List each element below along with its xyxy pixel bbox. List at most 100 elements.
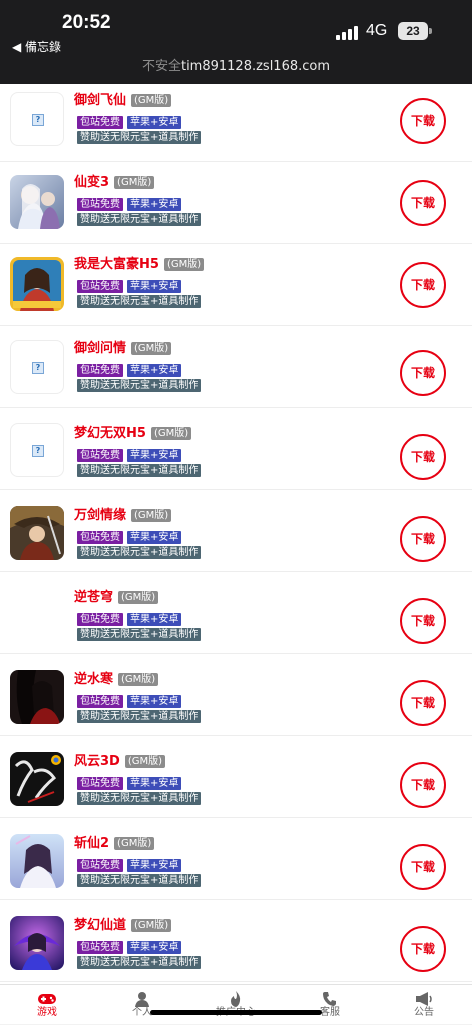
platform-tag: 苹果+安卓: [127, 777, 182, 790]
url-host: tim891128.zsl168.com: [180, 59, 331, 74]
download-button[interactable]: 下载: [400, 180, 446, 226]
battery-icon: 23: [398, 22, 432, 40]
game-title: 御剑问情 (GM版): [74, 337, 172, 356]
platform-tag: 苹果+安卓: [127, 198, 182, 211]
download-button[interactable]: 下载: [400, 516, 446, 562]
flame-icon: [206, 985, 266, 1007]
tab-support[interactable]: 客服: [300, 985, 360, 1025]
download-button[interactable]: 下载: [400, 434, 446, 480]
list-item[interactable]: 梦幻仙道 (GM版) 包站免费 苹果+安卓 赞助送无限元宝+道具制作 下载: [0, 900, 472, 982]
broken-image-icon: ?: [10, 92, 64, 146]
free-tag: 包站免费: [77, 613, 123, 626]
download-button[interactable]: 下载: [400, 98, 446, 144]
gift-tag: 赞助送无限元宝+道具制作: [77, 295, 202, 308]
network-type: 4G: [366, 22, 388, 39]
status-bar: 20:52 ◀ 備忘錄 4G 23: [0, 0, 472, 58]
signal-icon: [336, 26, 358, 40]
list-item[interactable]: ? 御剑飞仙 (GM版) 包站免费 苹果+安卓 赞助送无限元宝+道具制作 下载: [0, 84, 472, 162]
list-item[interactable]: 万剑情缘 (GM版) 包站免费 苹果+安卓 赞助送无限元宝+道具制作 下载: [0, 490, 472, 572]
game-title: 御剑飞仙 (GM版): [74, 89, 172, 108]
free-tag: 包站免费: [77, 941, 123, 954]
tab-promotion[interactable]: 推广中心: [206, 985, 266, 1025]
list-item[interactable]: ? 梦幻无双H5 (GM版) 包站免费 苹果+安卓 赞助送无限元宝+道具制作 下载: [0, 408, 472, 490]
free-tag: 包站免费: [77, 777, 123, 790]
gift-tag: 赞助送无限元宝+道具制作: [77, 213, 202, 226]
list-item[interactable]: 我是大富豪H5 (GM版) 包站免费 苹果+安卓 赞助送无限元宝+道具制作 下载: [0, 244, 472, 326]
game-title: 斩仙2 (GM版): [74, 832, 155, 851]
game-title: 风云3D (GM版): [74, 750, 166, 769]
clock: 20:52: [62, 12, 111, 33]
gm-badge: (GM版): [131, 919, 172, 932]
free-tag: 包站免费: [77, 531, 123, 544]
free-tag: 包站免费: [77, 364, 123, 377]
platform-tag: 苹果+安卓: [127, 531, 182, 544]
game-title: 梦幻无双H5 (GM版): [74, 422, 192, 441]
phone-icon: [300, 985, 360, 1007]
download-button[interactable]: 下载: [400, 926, 446, 972]
download-button[interactable]: 下载: [400, 598, 446, 644]
list-item[interactable]: 风云3D (GM版) 包站免费 苹果+安卓 赞助送无限元宝+道具制作 下载: [0, 736, 472, 818]
download-button[interactable]: 下载: [400, 680, 446, 726]
gm-badge: (GM版): [131, 509, 172, 522]
game-title: 万剑情缘 (GM版): [74, 504, 172, 523]
list-item[interactable]: 仙变3 (GM版) 包站免费 苹果+安卓 赞助送无限元宝+道具制作 下载: [0, 162, 472, 244]
back-to-notes-link[interactable]: ◀ 備忘錄: [12, 38, 61, 55]
free-tag: 包站免费: [77, 695, 123, 708]
platform-tag: 苹果+安卓: [127, 695, 182, 708]
platform-tag: 苹果+安卓: [127, 613, 182, 626]
wanjian-icon: [10, 506, 64, 560]
fengyun-icon: [10, 752, 64, 806]
free-tag: 包站免费: [77, 859, 123, 872]
tab-personal[interactable]: 个人: [112, 985, 172, 1025]
free-tag: 包站免费: [77, 116, 123, 129]
gm-badge: (GM版): [114, 837, 155, 850]
gm-badge: (GM版): [131, 94, 172, 107]
gift-tag: 赞助送无限元宝+道具制作: [77, 956, 202, 969]
game-title: 逆苍穹 (GM版): [74, 586, 159, 605]
xianbian3-icon: [10, 175, 64, 229]
platform-tag: 苹果+安卓: [127, 364, 182, 377]
broken-image-icon: ?: [10, 423, 64, 477]
gift-tag: 赞助送无限元宝+道具制作: [77, 628, 202, 641]
gift-tag: 赞助送无限元宝+道具制作: [77, 546, 202, 559]
tab-games[interactable]: 游戏: [17, 985, 77, 1025]
download-button[interactable]: 下载: [400, 844, 446, 890]
download-button[interactable]: 下载: [400, 350, 446, 396]
gm-badge: (GM版): [118, 673, 159, 686]
dafuhao-icon: [10, 257, 64, 311]
gift-tag: 赞助送无限元宝+道具制作: [77, 874, 202, 887]
list-item[interactable]: 斩仙2 (GM版) 包站免费 苹果+安卓 赞助送无限元宝+道具制作 下载: [0, 818, 472, 900]
broken-image-icon: ?: [10, 340, 64, 394]
gamepad-icon: [17, 985, 77, 1007]
game-title: 梦幻仙道 (GM版): [74, 914, 172, 933]
bottom-tab-bar: 游戏 个人 推广中心 客服 公告: [0, 984, 472, 1024]
platform-tag: 苹果+安卓: [127, 280, 182, 293]
gift-tag: 赞助送无限元宝+道具制作: [77, 792, 202, 805]
free-tag: 包站免费: [77, 280, 123, 293]
megaphone-icon: [394, 985, 454, 1007]
list-item[interactable]: 逆苍穹 (GM版) 包站免费 苹果+安卓 赞助送无限元宝+道具制作 下载: [0, 572, 472, 654]
platform-tag: 苹果+安卓: [127, 449, 182, 462]
insecure-label: 不安全: [141, 59, 181, 74]
game-list: ? 御剑飞仙 (GM版) 包站免费 苹果+安卓 赞助送无限元宝+道具制作 下载 仙变…: [0, 84, 472, 984]
gm-badge: (GM版): [131, 342, 172, 355]
list-item[interactable]: 逆水寒 (GM版) 包站免费 苹果+安卓 赞助送无限元宝+道具制作 下载: [0, 654, 472, 736]
home-indicator[interactable]: [150, 1010, 322, 1015]
gm-badge: (GM版): [124, 755, 166, 768]
download-button[interactable]: 下载: [400, 262, 446, 308]
tab-announcements[interactable]: 公告: [394, 985, 454, 1025]
zhanxian-icon: [10, 834, 64, 888]
gm-badge: (GM版): [118, 591, 159, 604]
nishuihan-icon: [10, 670, 64, 724]
address-bar[interactable]: 不安全tim891128.zsl168.com: [0, 58, 472, 84]
gift-tag: 赞助送无限元宝+道具制作: [77, 379, 202, 392]
gift-tag: 赞助送无限元宝+道具制作: [77, 464, 202, 477]
game-title: 我是大富豪H5 (GM版): [74, 253, 205, 272]
download-button[interactable]: 下载: [400, 762, 446, 808]
list-item[interactable]: ? 御剑问情 (GM版) 包站免费 苹果+安卓 赞助送无限元宝+道具制作 下载: [0, 326, 472, 408]
free-tag: 包站免费: [77, 449, 123, 462]
game-title: 逆水寒 (GM版): [74, 668, 159, 687]
game-title: 仙变3 (GM版): [74, 171, 155, 190]
platform-tag: 苹果+安卓: [127, 941, 182, 954]
platform-tag: 苹果+安卓: [127, 859, 182, 872]
